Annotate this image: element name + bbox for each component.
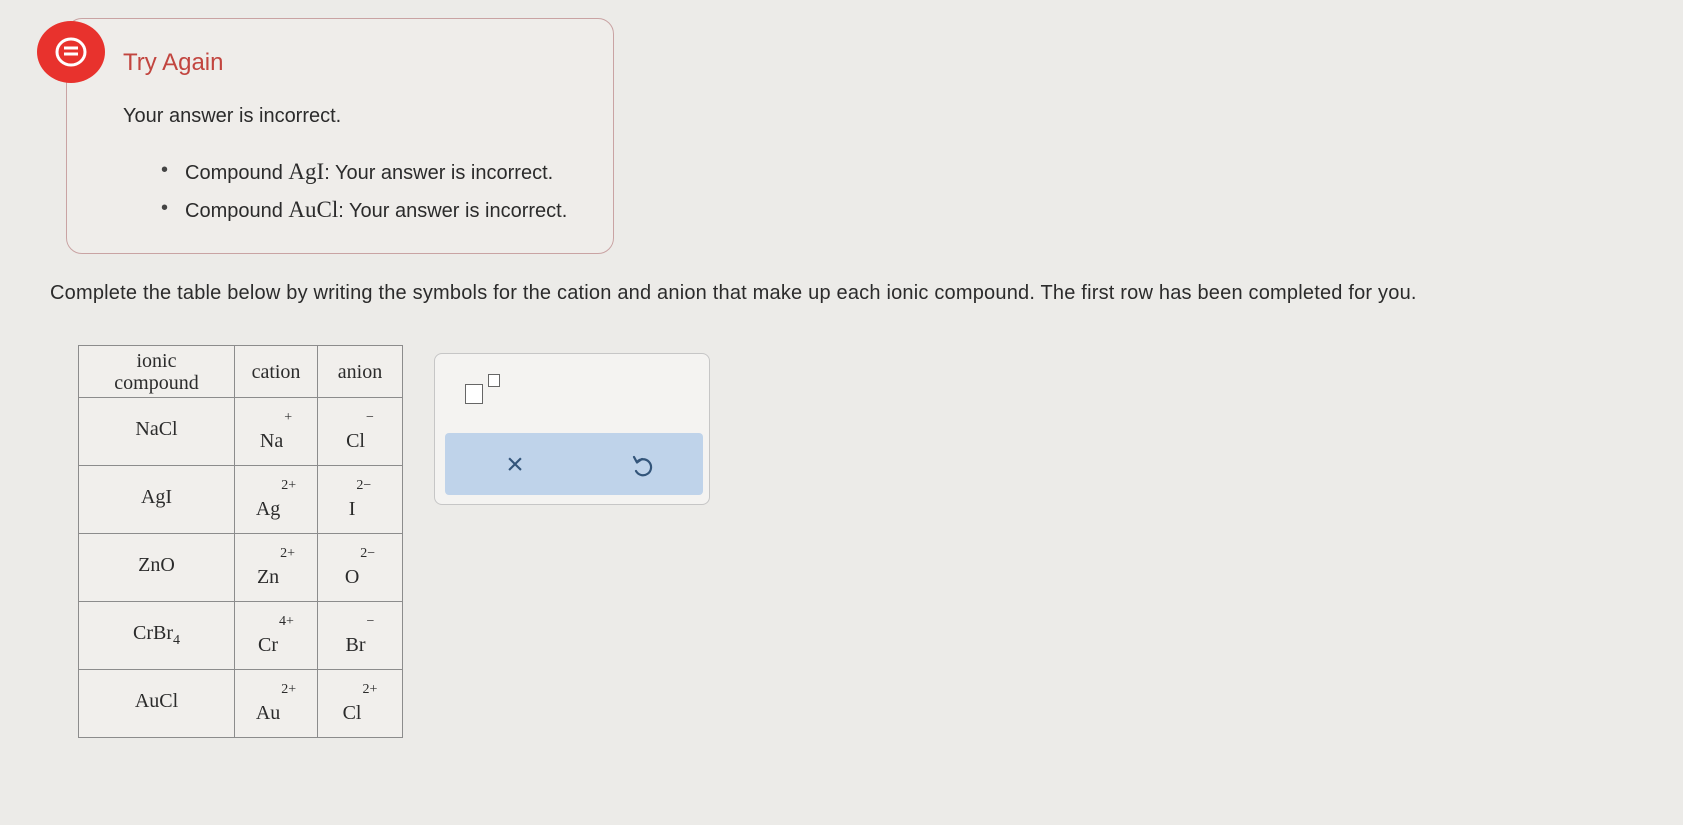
- anion-input-cell[interactable]: Cl2+: [317, 669, 403, 738]
- anion-ion: Br−: [346, 614, 375, 656]
- compound-cell: CrBr4: [78, 601, 235, 670]
- compound-formula: CrBr4: [133, 622, 180, 648]
- feedback-title: Try Again: [123, 49, 224, 76]
- compound-cell: NaCl: [78, 397, 235, 466]
- anion-ion: Cl−: [346, 410, 374, 452]
- cation-input-cell[interactable]: Au2+: [234, 669, 318, 738]
- anion-charge: −: [366, 410, 374, 426]
- ionic-compound-table: ionic compound cation anion NaCl Na+ Cl− AgI…: [78, 345, 403, 738]
- header-line: compound: [114, 371, 199, 394]
- cation-ion: Ag2+: [256, 478, 296, 520]
- anion-charge: 2−: [360, 546, 376, 562]
- feedback-item-compound: AgI: [288, 159, 325, 184]
- anion-charge: −: [366, 614, 375, 630]
- compound-formula: AuCl: [135, 690, 178, 712]
- feedback-item: Compound AuCl: Your answer is incorrect.: [161, 197, 567, 223]
- cation-symbol: Au: [255, 701, 281, 724]
- anion-ion: Cl2+: [343, 682, 378, 724]
- compound-formula: AgI: [141, 486, 172, 508]
- anion-ion: I2−: [349, 478, 372, 520]
- anion-ion: O2−: [345, 546, 375, 588]
- cation-charge: +: [284, 410, 293, 426]
- compound-symbol: ZnO: [138, 554, 175, 576]
- answer-toolbox: ×: [434, 353, 710, 505]
- cation-charge: 2+: [281, 478, 297, 494]
- undo-icon[interactable]: [623, 446, 663, 486]
- cation-ion: Zn2+: [257, 546, 295, 588]
- feedback-item-suffix: : Your answer is incorrect.: [324, 162, 554, 184]
- header-line: ionic: [136, 349, 177, 372]
- compound-cell: AgI: [78, 465, 235, 534]
- anion-symbol: Cl: [342, 701, 362, 724]
- table-row: AgI Ag2+ I2−: [78, 465, 403, 534]
- table-row: CrBr4 Cr4+ Br−: [78, 601, 403, 670]
- compound-formula: NaCl: [135, 418, 177, 440]
- cation-ion: Au2+: [256, 682, 296, 724]
- feedback-item-compound: AuCl: [288, 197, 339, 222]
- superscript-icon[interactable]: [465, 372, 509, 408]
- anion-input-cell[interactable]: Br−: [317, 601, 403, 670]
- feedback-item: Compound AgI: Your answer is incorrect.: [161, 159, 567, 185]
- cation-input-cell[interactable]: Ag2+: [234, 465, 318, 534]
- anion-charge: 2+: [362, 682, 378, 698]
- compound-subscript: 4: [173, 633, 180, 648]
- anion-symbol: O: [344, 565, 360, 588]
- header-ionic-compound: ionic compound: [78, 345, 235, 398]
- cation-symbol: Cr: [258, 633, 279, 656]
- anion-input-cell[interactable]: O2−: [317, 533, 403, 602]
- cation-symbol: Ag: [255, 497, 281, 520]
- table-row: NaCl Na+ Cl−: [78, 397, 403, 466]
- compound-symbol: CrBr: [133, 622, 173, 644]
- cation-charge: 4+: [279, 614, 294, 630]
- clear-button[interactable]: ×: [495, 445, 535, 485]
- cation-symbol: Na: [259, 429, 284, 452]
- anion-symbol: Br: [345, 633, 366, 656]
- anion-symbol: I: [348, 497, 356, 520]
- cation-symbol: Zn: [256, 565, 280, 588]
- feedback-item-prefix: Compound: [185, 162, 289, 184]
- instructions-text: Complete the table below by writing the …: [50, 282, 1417, 304]
- feedback-item-suffix: : Your answer is incorrect.: [338, 200, 568, 222]
- action-bar: ×: [445, 433, 703, 495]
- anion-cell: Cl−: [317, 397, 403, 466]
- feedback-message: Your answer is incorrect.: [123, 105, 342, 127]
- feedback-panel: Try Again Your answer is incorrect. Comp…: [37, 18, 614, 254]
- compound-cell: ZnO: [78, 533, 235, 602]
- compound-symbol: AgI: [140, 486, 173, 508]
- feedback-list: Compound AgI: Your answer is incorrect. …: [161, 159, 567, 235]
- anion-symbol: Cl: [346, 429, 365, 452]
- cation-charge: 2+: [281, 682, 297, 698]
- anion-charge: 2−: [356, 478, 372, 494]
- compound-cell: AuCl: [78, 669, 235, 738]
- message-icon: [37, 21, 105, 83]
- superscript-exponent-box: [488, 374, 500, 387]
- header-anion: anion: [317, 345, 403, 398]
- cation-input-cell[interactable]: Zn2+: [234, 533, 318, 602]
- compound-symbol: AuCl: [134, 690, 179, 712]
- cation-cell: Na+: [234, 397, 318, 466]
- cation-charge: 2+: [280, 546, 296, 562]
- table-row: AuCl Au2+ Cl2+: [78, 669, 403, 738]
- compound-symbol: NaCl: [135, 418, 178, 440]
- table-row: ZnO Zn2+ O2−: [78, 533, 403, 602]
- table-header-row: ionic compound cation anion: [78, 345, 403, 398]
- compound-formula: ZnO: [138, 554, 175, 576]
- cation-input-cell[interactable]: Cr4+: [234, 601, 318, 670]
- cation-ion: Na+: [260, 410, 292, 452]
- cation-ion: Cr4+: [258, 614, 294, 656]
- header-cation: cation: [234, 345, 318, 398]
- feedback-item-prefix: Compound: [185, 200, 289, 222]
- superscript-base-box: [465, 384, 483, 404]
- anion-input-cell[interactable]: I2−: [317, 465, 403, 534]
